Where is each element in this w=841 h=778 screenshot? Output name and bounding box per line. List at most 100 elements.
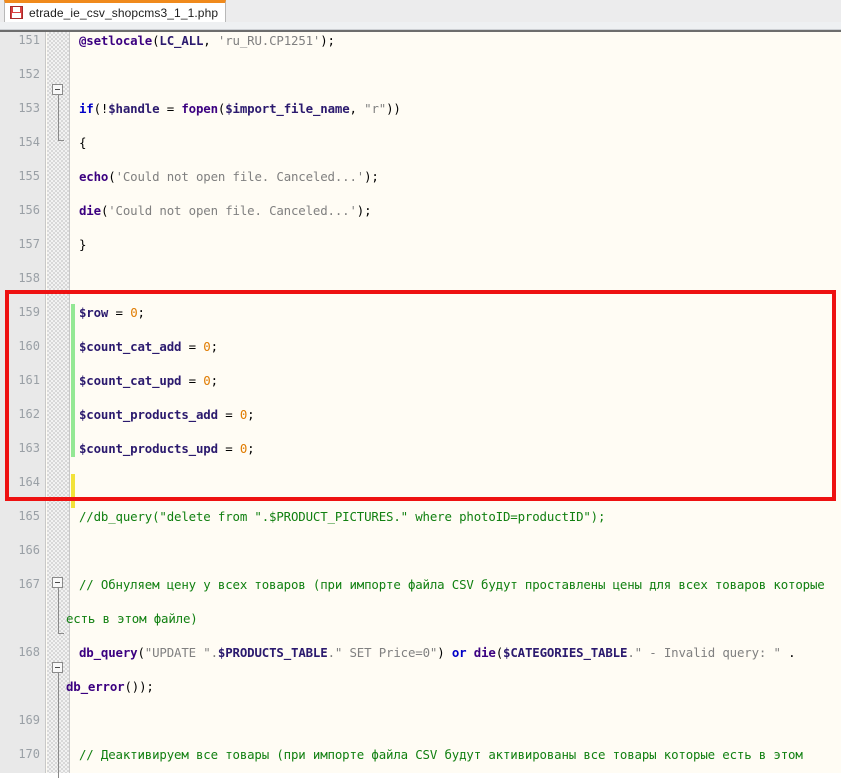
code-line[interactable]: 166 — [0, 542, 841, 559]
code-token: ; — [247, 407, 255, 422]
code-token: ( — [108, 169, 116, 184]
line-number: 154 — [18, 135, 40, 149]
code-token: = — [159, 101, 182, 116]
code-line[interactable]: 165 //db_query("delete from ".$PRODUCT_P… — [0, 508, 841, 525]
line-number: 161 — [18, 373, 40, 387]
code-line[interactable]: 163 $count_products_upd = 0; — [0, 440, 841, 457]
vcs-change-marker[interactable] — [71, 406, 75, 423]
code-line[interactable]: 159 $row = 0; — [0, 304, 841, 321]
code-token: 'Could not open file. Canceled...' — [108, 203, 357, 218]
code-token: ." - Invalid query: " — [627, 645, 781, 660]
code-token: "r" — [364, 101, 387, 116]
code-line[interactable]: 151 @setlocale(LC_ALL, 'ru_RU.CP1251'); — [0, 32, 841, 49]
code-token: ) — [437, 645, 452, 660]
vcs-change-marker[interactable] — [71, 372, 75, 389]
code-line[interactable]: 154 { — [0, 134, 841, 151]
code-token: ." SET Price=0" — [327, 645, 438, 660]
code-fold-region-line — [58, 673, 59, 778]
line-number: 164 — [18, 475, 40, 489]
code-text: // Обнуляем цену у всех товаров (при имп… — [79, 576, 825, 593]
code-line-wrapped[interactable]: db_error()); — [0, 678, 841, 695]
code-line[interactable]: 157 } — [0, 236, 841, 253]
vcs-change-marker[interactable] — [71, 304, 75, 321]
code-token: echo — [79, 169, 109, 184]
code-line[interactable]: 169 — [0, 712, 841, 729]
code-token: , — [349, 101, 365, 116]
code-token: fopen — [181, 101, 218, 116]
vcs-change-marker[interactable] — [71, 440, 75, 457]
line-number: 155 — [18, 169, 40, 183]
vcs-change-marker[interactable] — [71, 355, 75, 372]
code-token: $PRODUCTS_TABLE — [217, 645, 328, 660]
code-line[interactable]: 152 — [0, 66, 841, 83]
code-fold-toggle-icon[interactable] — [52, 577, 63, 588]
vcs-change-marker[interactable] — [71, 491, 75, 508]
code-text: db_error()); — [66, 678, 154, 695]
code-token: //db_query("delete from ".$PRODUCT_PICTU… — [79, 509, 606, 524]
code-fold-toggle-icon[interactable] — [52, 662, 63, 673]
line-number: 159 — [18, 305, 40, 319]
code-line[interactable]: 158 — [0, 270, 841, 287]
code-token: die — [79, 203, 101, 218]
code-line[interactable]: 160 $count_cat_add = 0; — [0, 338, 841, 355]
vcs-change-marker[interactable] — [71, 338, 75, 355]
code-line[interactable]: 156 die('Could not open file. Canceled..… — [0, 202, 841, 219]
code-text: if(!$handle = fopen($import_file_name, "… — [79, 100, 401, 117]
editor-tab-label: etrade_ie_csv_shopcms3_1_1.php — [29, 5, 219, 20]
code-line[interactable]: 162 $count_products_add = 0; — [0, 406, 841, 423]
code-token: 0 — [203, 373, 211, 388]
code-text: $row = 0; — [79, 304, 145, 321]
line-number: 168 — [18, 645, 40, 659]
code-line[interactable]: 167 // Обнуляем цену у всех товаров (при… — [0, 576, 841, 593]
code-token: $handle — [108, 101, 160, 116]
code-token: 0 — [130, 305, 138, 320]
code-token: 0 — [203, 339, 211, 354]
vcs-change-marker[interactable] — [71, 389, 75, 406]
code-text: } — [79, 236, 86, 253]
code-lines: 151 @setlocale(LC_ALL, 'ru_RU.CP1251'); 1… — [0, 32, 841, 773]
vcs-change-marker[interactable] — [71, 474, 75, 491]
line-number: 167 — [18, 577, 40, 591]
code-line[interactable]: 164 — [0, 474, 841, 491]
code-text: db_query("UPDATE ".$PRODUCTS_TABLE." SET… — [79, 644, 796, 661]
line-number: 158 — [18, 271, 40, 285]
code-token: $row — [79, 305, 109, 320]
code-token: ); — [320, 33, 335, 48]
code-line-wrapped[interactable]: есть в этом файле) — [0, 610, 841, 627]
code-token: LC_ALL — [159, 33, 204, 48]
code-fold-toggle-icon[interactable] — [52, 84, 63, 95]
line-number: 163 — [18, 441, 40, 455]
save-disk-icon — [10, 6, 23, 19]
code-token: { — [79, 135, 87, 150]
code-token: if — [79, 101, 94, 116]
code-token: $count_cat_upd — [79, 373, 182, 388]
code-line[interactable]: 168 db_query("UPDATE ".$PRODUCTS_TABLE."… — [0, 644, 841, 661]
code-text: { — [79, 134, 86, 151]
line-number: 166 — [18, 543, 40, 557]
code-text: есть в этом файле) — [66, 610, 198, 627]
code-token: (! — [93, 101, 109, 116]
code-token: db_error — [66, 679, 125, 694]
line-number: 151 — [18, 33, 40, 47]
code-token: = — [181, 373, 204, 388]
code-line[interactable]: 161 $count_cat_upd = 0; — [0, 372, 841, 389]
code-text: $count_cat_add = 0; — [79, 338, 218, 355]
code-token: $CATEGORIES_TABLE — [503, 645, 628, 660]
code-token: = — [108, 305, 131, 320]
code-line[interactable]: 153 if(!$handle = fopen($import_file_nam… — [0, 100, 841, 117]
code-line[interactable]: 170 // Деактивируем все товары (при импо… — [0, 746, 841, 763]
code-token: die — [473, 645, 496, 660]
code-token: , — [203, 33, 218, 48]
code-fold-end-marker — [58, 140, 64, 141]
code-line[interactable]: 155 echo('Could not open file. Canceled.… — [0, 168, 841, 185]
code-token: // Обнуляем цену у всех товаров (при имп… — [79, 577, 825, 592]
code-text: $count_cat_upd = 0; — [79, 372, 218, 389]
vcs-change-marker[interactable] — [71, 423, 75, 440]
code-token: ; — [137, 305, 145, 320]
code-token: ( — [137, 645, 145, 660]
line-number: 152 — [18, 67, 40, 81]
code-fold-region-line — [58, 588, 59, 633]
code-editor[interactable]: 151 @setlocale(LC_ALL, 'ru_RU.CP1251'); 1… — [0, 30, 841, 773]
vcs-change-marker[interactable] — [71, 321, 75, 338]
editor-tab-active[interactable]: etrade_ie_csv_shopcms3_1_1.php — [4, 0, 227, 22]
